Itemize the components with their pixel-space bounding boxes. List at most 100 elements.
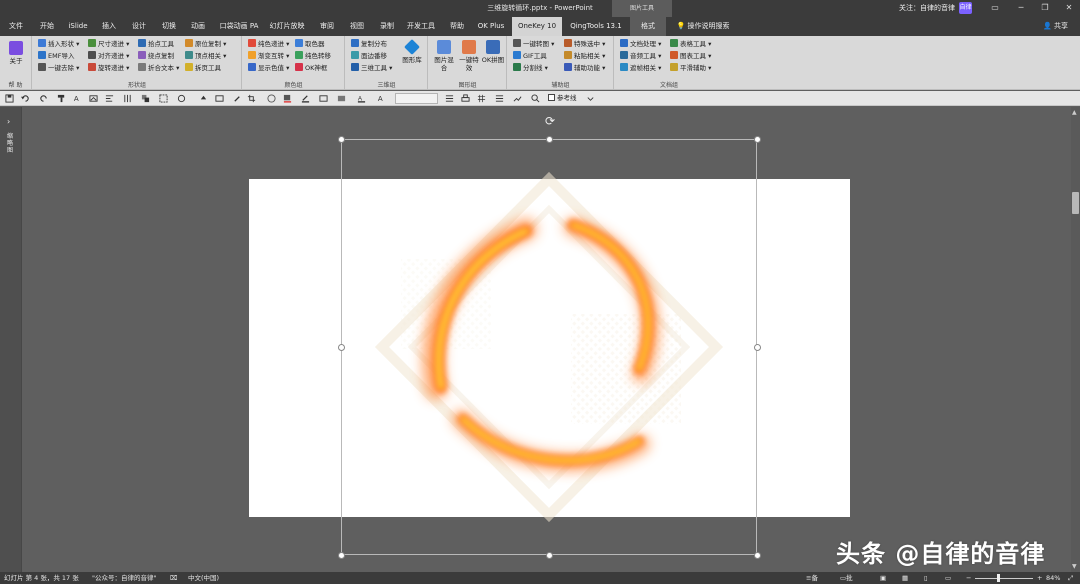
face-edge-move-button[interactable]: 面边番移 bbox=[351, 51, 387, 62]
ok-puzzle-button[interactable]: OK拼图 bbox=[481, 40, 505, 64]
undo-icon[interactable] bbox=[21, 94, 30, 103]
tab-tell-me[interactable]: 💡 操作说明搜索 bbox=[672, 17, 734, 36]
expand-thumbnails-icon[interactable]: › bbox=[7, 117, 10, 126]
print-icon[interactable] bbox=[461, 94, 470, 103]
tab-file[interactable]: 文件 bbox=[4, 17, 28, 36]
language-label[interactable]: 中文(中国) bbox=[188, 572, 219, 584]
zoom-icon[interactable] bbox=[531, 94, 540, 103]
vertical-scrollbar[interactable]: ▲ ▼ bbox=[1071, 107, 1080, 572]
resize-handle-top-left[interactable] bbox=[338, 136, 345, 143]
align-step-button[interactable]: 对齐递进 ▾ bbox=[88, 51, 129, 62]
distribute-icon[interactable] bbox=[123, 94, 132, 103]
scroll-up-icon[interactable]: ▲ bbox=[1072, 109, 1077, 116]
paste-related-button[interactable]: 粘贴相关 ▾ bbox=[564, 51, 605, 62]
tab-help[interactable]: 帮助 bbox=[444, 17, 470, 36]
resize-handle-bottom-left[interactable] bbox=[338, 552, 345, 559]
tab-format[interactable]: 格式 bbox=[630, 17, 666, 36]
arrange-icon[interactable] bbox=[141, 94, 150, 103]
duplicate-in-place-button[interactable]: 原位复制 ▾ bbox=[185, 39, 226, 50]
shape-fill-icon[interactable] bbox=[283, 94, 292, 103]
tab-developer[interactable]: 开发工具 bbox=[404, 17, 438, 36]
divider-line-button[interactable]: 分割线 ▾ bbox=[513, 63, 548, 74]
assist-function-button[interactable]: 辅助功能 ▾ bbox=[564, 63, 605, 74]
scrollbar-thumb[interactable] bbox=[1072, 192, 1079, 214]
gradient-swap-button[interactable]: 渐变互转 ▾ bbox=[248, 51, 289, 62]
circle-shape-icon[interactable] bbox=[267, 94, 276, 103]
split-page-button[interactable]: 拆页工具 bbox=[185, 63, 221, 74]
maximize-icon[interactable]: ❐ bbox=[1038, 2, 1052, 14]
size-step-button[interactable]: 尺寸递进 ▾ bbox=[88, 39, 129, 50]
outline-icon[interactable] bbox=[215, 94, 224, 103]
scroll-down-icon[interactable]: ▼ bbox=[1072, 563, 1077, 570]
tab-ok-plus[interactable]: OK Plus bbox=[474, 17, 508, 36]
text-effect-icon[interactable] bbox=[319, 94, 328, 103]
notes-button[interactable]: ≡ 备注 bbox=[806, 572, 818, 584]
user-avatar[interactable]: 自律 bbox=[959, 2, 972, 14]
tab-onekey[interactable]: OneKey 10 bbox=[512, 17, 562, 36]
resize-handle-top-right[interactable] bbox=[754, 136, 761, 143]
resize-handle-top[interactable] bbox=[546, 136, 553, 143]
customize-toolbar-icon[interactable] bbox=[586, 94, 595, 103]
save-icon[interactable] bbox=[5, 94, 14, 103]
slide-sorter-icon[interactable]: ▦ bbox=[902, 572, 908, 584]
tab-design[interactable]: 设计 bbox=[126, 17, 152, 36]
font-size-icon[interactable]: A bbox=[377, 94, 386, 103]
pick-point-button[interactable]: 拾点工具 bbox=[138, 39, 174, 50]
tab-animations[interactable]: 动画 bbox=[185, 17, 211, 36]
tab-qingtools[interactable]: QingTools 13.1 bbox=[566, 17, 626, 36]
crop-icon[interactable] bbox=[247, 94, 256, 103]
align-left-icon[interactable] bbox=[105, 94, 114, 103]
font-icon[interactable]: A bbox=[73, 94, 82, 103]
resize-handle-bottom-right[interactable] bbox=[754, 552, 761, 559]
normal-view-icon[interactable]: ▣ bbox=[880, 572, 886, 584]
reading-view-icon[interactable]: ▯ bbox=[924, 572, 928, 584]
show-color-value-button[interactable]: 显示色值 ▾ bbox=[248, 63, 289, 74]
one-click-effect-button[interactable]: 一键特效 bbox=[457, 40, 481, 72]
resize-handle-bottom[interactable] bbox=[546, 552, 553, 559]
rotate-icon[interactable] bbox=[177, 94, 186, 103]
rotate-step-button[interactable]: 旋转递进 ▾ bbox=[88, 63, 129, 74]
font-size-combo[interactable] bbox=[395, 93, 438, 104]
tab-pocket-animation[interactable]: 口袋动画 PA bbox=[216, 17, 262, 36]
chart-insert-icon[interactable] bbox=[513, 94, 522, 103]
copy-distribute-button[interactable]: 复制分布 bbox=[351, 39, 387, 50]
tab-home[interactable]: 开始 bbox=[34, 17, 60, 36]
accessibility-icon[interactable]: ⌧ bbox=[170, 572, 178, 584]
tab-review[interactable]: 审阅 bbox=[314, 17, 340, 36]
share-button[interactable]: 👤 共享 bbox=[1043, 17, 1068, 36]
zoom-slider-track[interactable] bbox=[975, 578, 1033, 579]
one-click-remove-button[interactable]: 一键去除 ▾ bbox=[38, 63, 79, 74]
minimize-icon[interactable]: ─ bbox=[1014, 2, 1028, 14]
fill-icon[interactable] bbox=[199, 94, 208, 103]
format-painter-icon[interactable] bbox=[57, 94, 66, 103]
shape-library-button[interactable]: 图形库 bbox=[400, 39, 424, 64]
zoom-level[interactable]: 84% bbox=[1046, 572, 1060, 584]
redo-icon[interactable] bbox=[39, 94, 48, 103]
special-select-button[interactable]: 特殊选中 ▾ bbox=[564, 39, 605, 50]
slideshow-icon[interactable]: ▭ bbox=[945, 572, 951, 584]
tab-view[interactable]: 视图 bbox=[344, 17, 370, 36]
insert-shape-button[interactable]: 插入形状 ▾ bbox=[38, 39, 79, 50]
ok-frame-button[interactable]: OK神框 bbox=[295, 63, 327, 74]
reference-line-toggle[interactable]: 参考线 bbox=[548, 93, 577, 104]
bullets-icon[interactable] bbox=[445, 94, 454, 103]
about-button[interactable]: 关于 bbox=[6, 41, 26, 65]
thumbnail-pane-collapsed[interactable]: › 缩略图 bbox=[0, 107, 22, 572]
rotation-handle-icon[interactable]: ⟳ bbox=[543, 114, 557, 128]
zoom-out-button[interactable]: − bbox=[966, 572, 971, 584]
fit-to-window-icon[interactable]: ⤢ bbox=[1068, 572, 1073, 584]
convert-to-image-button[interactable]: 一键转图 ▾ bbox=[513, 39, 554, 50]
image-blend-button[interactable]: 图片混合 bbox=[432, 40, 456, 72]
rotate-copy-button[interactable]: 绕点复制 bbox=[138, 51, 174, 62]
color-transfer-button[interactable]: 纯色转移 bbox=[295, 51, 331, 62]
gif-tools-button[interactable]: GIF工具 bbox=[513, 51, 547, 62]
vertex-button[interactable]: 顶点相关 ▾ bbox=[185, 51, 226, 62]
zoom-slider-thumb[interactable] bbox=[997, 574, 1000, 582]
picture-effect-icon[interactable] bbox=[337, 94, 346, 103]
tab-slideshow[interactable]: 幻灯片放映 bbox=[266, 17, 308, 36]
3d-tools-button[interactable]: 三维工具 ▾ bbox=[351, 63, 392, 74]
smooth-assist-button[interactable]: 平滑辅助 ▾ bbox=[670, 63, 711, 74]
chart-tools-button[interactable]: 图表工具 ▾ bbox=[670, 51, 711, 62]
tab-islide[interactable]: iSlide bbox=[64, 17, 92, 36]
fold-text-button[interactable]: 折合文本 ▾ bbox=[138, 63, 179, 74]
